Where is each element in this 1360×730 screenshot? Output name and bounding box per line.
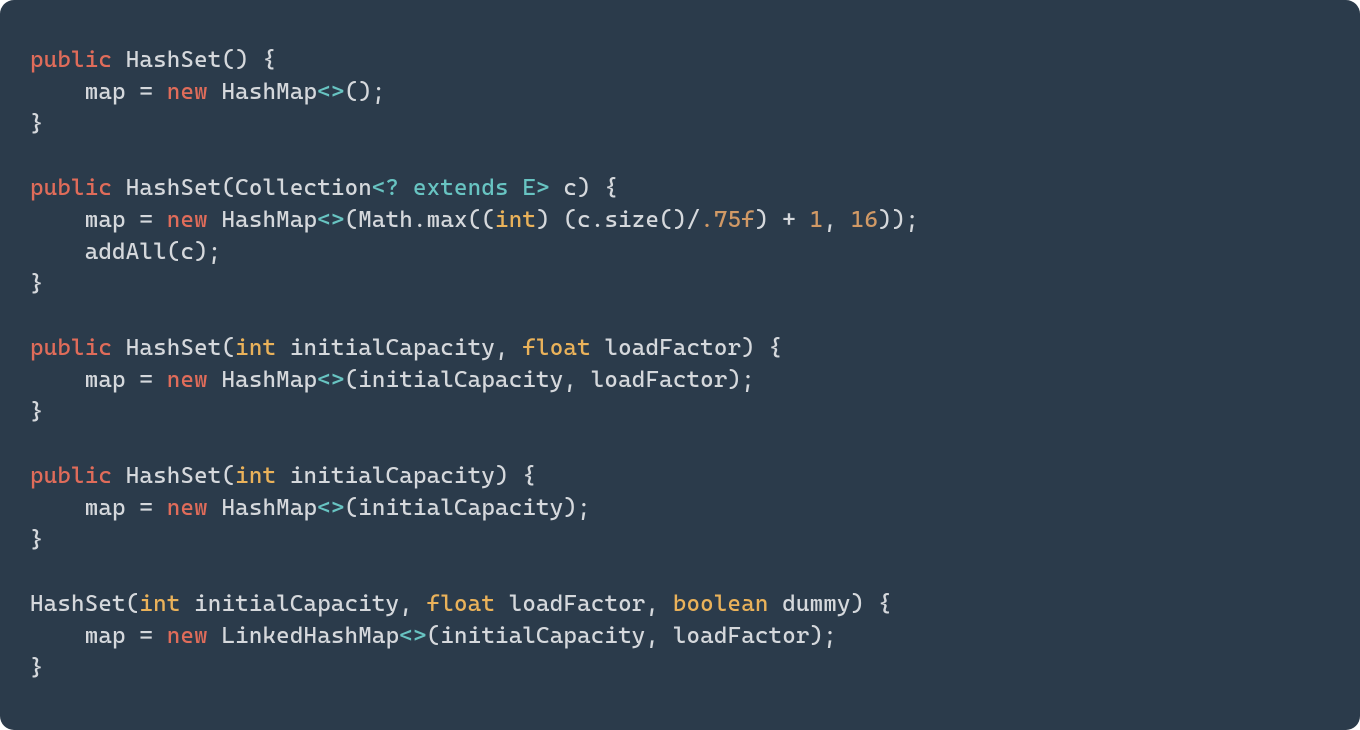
code-line: } <box>30 268 1330 300</box>
code-token-kw: new <box>167 367 208 393</box>
code-token-type: int <box>139 591 180 617</box>
code-line: } <box>30 108 1330 140</box>
code-token-pn: ) (c.size()/ <box>536 207 700 233</box>
code-token-pn: } <box>30 271 44 297</box>
code-token-kw: public <box>30 463 112 489</box>
code-token-pn: (Math.max(( <box>345 207 495 233</box>
code-line: HashSet(int initialCapacity, float loadF… <box>30 588 1330 620</box>
code-line: map = new HashMap<>(initialCapacity); <box>30 492 1330 524</box>
code-token-pn: } <box>30 527 44 553</box>
code-token-pn: map = <box>30 623 167 649</box>
code-token-num: 1 <box>810 207 824 233</box>
code-token-pn: , <box>823 207 850 233</box>
code-token-kw: new <box>167 623 208 649</box>
code-token-pn: map = <box>30 79 167 105</box>
code-token-kw: public <box>30 175 112 201</box>
code-token-pn: initialCapacity, <box>276 335 522 361</box>
code-token-pn: ) + <box>755 207 810 233</box>
code-line: map = new HashMap<>(Math.max((int) (c.si… <box>30 204 1330 236</box>
code-token-pn: HashMap <box>208 495 317 521</box>
code-token-gen: <> <box>317 79 344 105</box>
code-token-pn: HashSet() { <box>112 47 276 73</box>
code-token-pn: (initialCapacity, loadFactor); <box>427 623 837 649</box>
code-token-pn: (initialCapacity, loadFactor); <box>345 367 755 393</box>
code-token-type: float <box>522 335 590 361</box>
code-block: public HashSet() { map = new HashMap<>()… <box>0 0 1360 730</box>
code-token-pn: loadFactor) { <box>591 335 782 361</box>
code-line <box>30 140 1330 172</box>
code-content[interactable]: public HashSet() { map = new HashMap<>()… <box>30 44 1330 684</box>
code-line <box>30 300 1330 332</box>
code-line: public HashSet(int initialCapacity) { <box>30 460 1330 492</box>
code-token-gen: <> <box>317 367 344 393</box>
code-token-pn: LinkedHashMap <box>208 623 399 649</box>
code-token-pn: )); <box>878 207 919 233</box>
code-token-pn: HashMap <box>208 207 317 233</box>
code-token-pn: c) { <box>550 175 618 201</box>
code-line: public HashSet(Collection<? extends E> c… <box>30 172 1330 204</box>
code-line <box>30 428 1330 460</box>
code-token-pn: map = <box>30 367 167 393</box>
code-token-pn: } <box>30 399 44 425</box>
code-token-kw: new <box>167 495 208 521</box>
code-token-pn: } <box>30 655 44 681</box>
code-line: map = new HashMap<>(initialCapacity, loa… <box>30 364 1330 396</box>
code-token-gen: <> <box>399 623 426 649</box>
code-token-gen: <> <box>317 495 344 521</box>
code-token-pn: HashMap <box>208 79 317 105</box>
code-token-pn: loadFactor, <box>495 591 673 617</box>
code-token-gen: <> <box>317 207 344 233</box>
code-line: map = new LinkedHashMap<>(initialCapacit… <box>30 620 1330 652</box>
code-token-pn: initialCapacity) { <box>276 463 536 489</box>
code-token-kw: public <box>30 47 112 73</box>
code-token-pn: initialCapacity, <box>180 591 426 617</box>
code-line: } <box>30 524 1330 556</box>
code-line <box>30 556 1330 588</box>
code-line: public HashSet(int initialCapacity, floa… <box>30 332 1330 364</box>
code-token-pn: HashSet(Collection <box>112 175 372 201</box>
code-token-pn: HashSet( <box>112 335 235 361</box>
code-token-type: int <box>235 335 276 361</box>
code-token-pn: map = <box>30 207 167 233</box>
code-token-pn: (initialCapacity); <box>345 495 591 521</box>
code-token-pn: addAll(c); <box>30 239 221 265</box>
code-token-type: float <box>427 591 495 617</box>
code-token-num: .75f <box>700 207 755 233</box>
code-token-gen: <? extends E> <box>372 175 550 201</box>
code-line: public HashSet() { <box>30 44 1330 76</box>
code-token-pn: (); <box>345 79 386 105</box>
code-token-type: int <box>235 463 276 489</box>
code-token-pn: HashSet( <box>112 463 235 489</box>
code-line: addAll(c); <box>30 236 1330 268</box>
code-token-kw: new <box>167 79 208 105</box>
code-token-kw: public <box>30 335 112 361</box>
code-line: } <box>30 652 1330 684</box>
code-token-type: boolean <box>673 591 769 617</box>
code-line: } <box>30 396 1330 428</box>
code-token-pn: HashMap <box>208 367 317 393</box>
code-token-pn: } <box>30 111 44 137</box>
code-token-num: 16 <box>851 207 878 233</box>
code-line: map = new HashMap<>(); <box>30 76 1330 108</box>
code-token-type: int <box>495 207 536 233</box>
code-token-kw: new <box>167 207 208 233</box>
code-token-pn: map = <box>30 495 167 521</box>
code-token-pn: HashSet( <box>30 591 139 617</box>
code-token-pn: dummy) { <box>769 591 892 617</box>
